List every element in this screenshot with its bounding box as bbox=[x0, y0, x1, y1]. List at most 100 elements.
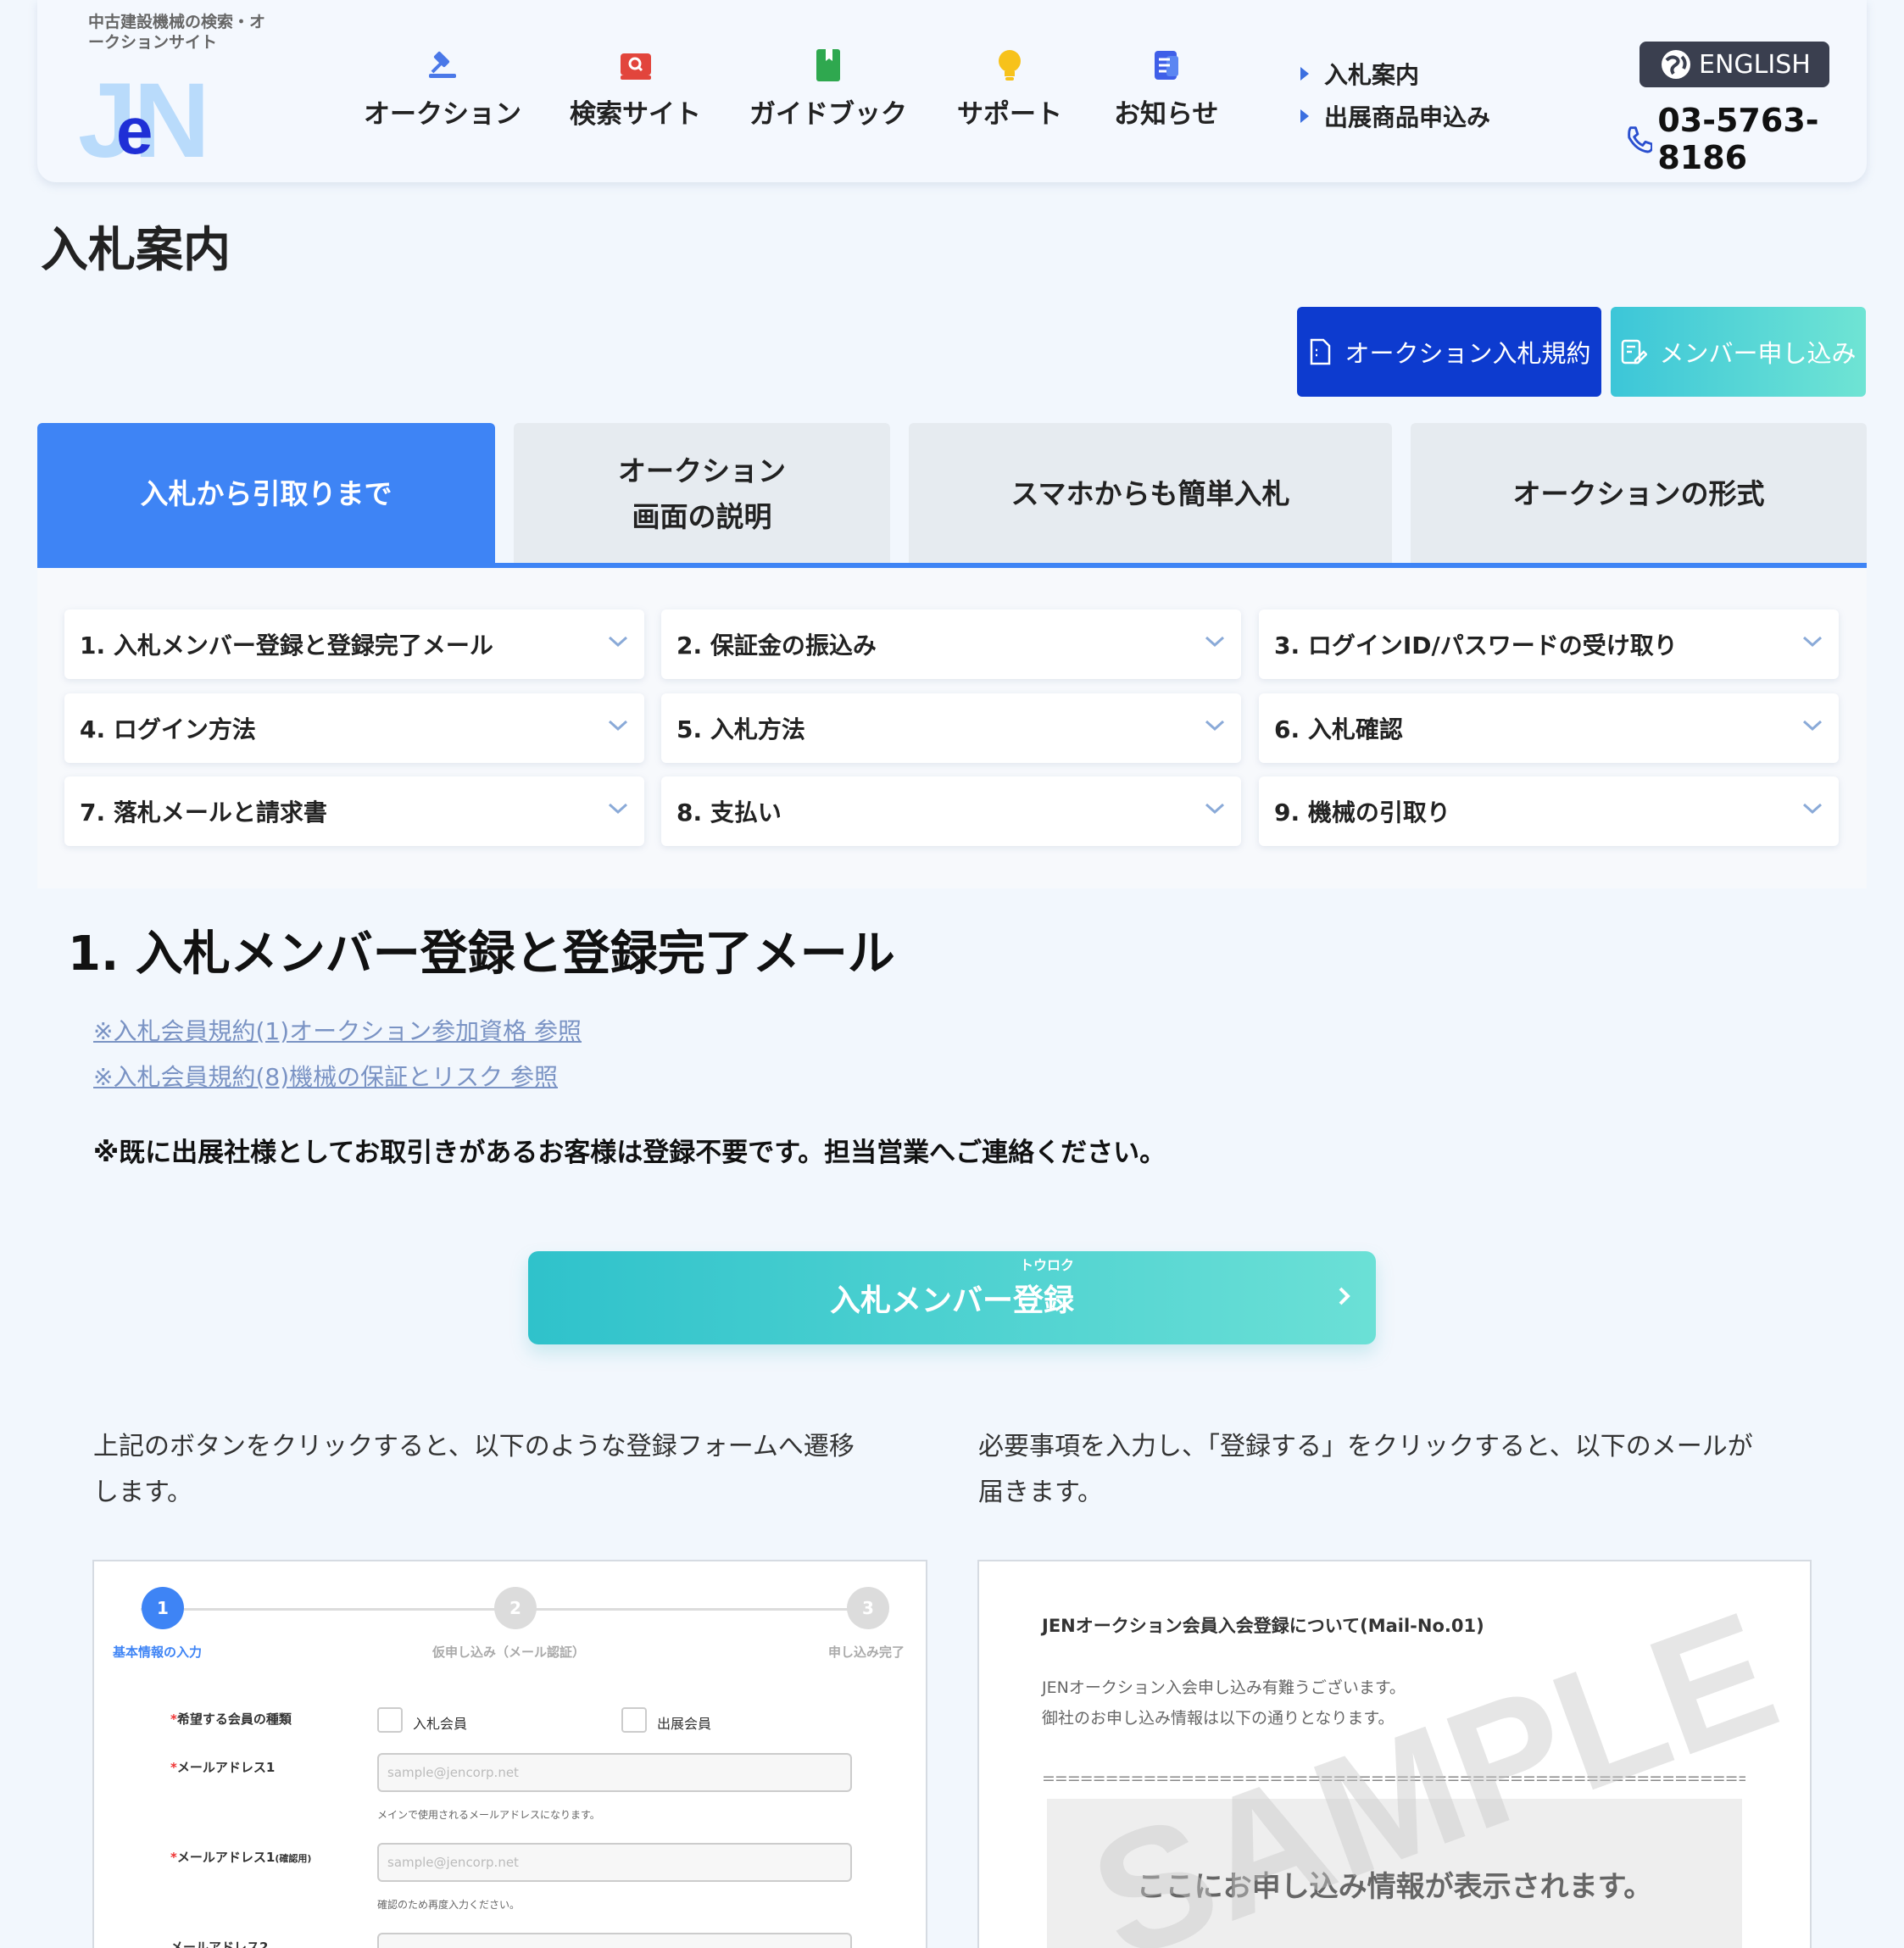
step-label: 2. 保証金の振込み bbox=[676, 632, 877, 660]
exhibit-member-checkbox bbox=[621, 1707, 647, 1733]
email2-label: メールアドレス2 bbox=[170, 1940, 269, 1948]
guide-tabs: 入札から引取りまで オークション 画面の説明 スマホからも簡単入札 オークション… bbox=[37, 423, 1867, 569]
email1-input: sample@jencorp.net bbox=[377, 1753, 852, 1792]
logo-caption: 中古建設機械の検索・オークションサイト bbox=[88, 13, 266, 52]
email2-input bbox=[377, 1933, 852, 1948]
step-item-4[interactable]: 4. ログイン方法 bbox=[64, 693, 644, 763]
step-item-8[interactable]: 8. 支払い bbox=[661, 776, 1241, 846]
search-icon bbox=[619, 47, 653, 84]
form-edit-icon bbox=[1622, 339, 1648, 365]
desc-form-line2: します。 bbox=[93, 1478, 192, 1507]
tab-bid-to-pickup[interactable]: 入札から引取りまで bbox=[37, 423, 495, 565]
section-title: 1. 入札メンバー登録と登録完了メール bbox=[68, 927, 895, 982]
email1-confirm-hint: 確認のため再度入力ください。 bbox=[377, 1899, 521, 1911]
gavel-icon bbox=[426, 47, 459, 84]
page-title: 入札案内 bbox=[41, 223, 231, 278]
member-register-label: 入札メンバー登録 bbox=[829, 1283, 1074, 1318]
ref-link-warranty[interactable]: ※入札会員規約(8)機械の保証とリスク 参照 bbox=[93, 1059, 558, 1093]
step-item-3[interactable]: 3. ログインID/パスワードの受け取り bbox=[1259, 609, 1839, 679]
nav-search-site-label: 検索サイト bbox=[570, 99, 701, 130]
step-item-9[interactable]: 9. 機械の引取り bbox=[1259, 776, 1839, 846]
phone-icon bbox=[1628, 126, 1653, 153]
tab-smartphone-bid-label: スマホからも簡単入札 bbox=[1010, 477, 1290, 510]
form-step-label-2: 仮申し込み（メール認証） bbox=[432, 1645, 586, 1660]
caret-right-icon bbox=[1300, 109, 1309, 123]
chevron-down-icon bbox=[1205, 720, 1225, 732]
step-label: 8. 支払い bbox=[676, 799, 782, 827]
chevron-down-icon bbox=[1802, 636, 1823, 648]
tab-underline bbox=[37, 563, 1867, 568]
mail-title: JENオークション会員入会登録について(Mail-No.01) bbox=[1042, 1616, 1484, 1636]
chevron-down-icon bbox=[608, 720, 628, 732]
desc-mail-line1: 必要事項を入力し、「登録する」をクリックすると、以下のメールが bbox=[978, 1432, 1753, 1461]
chevron-down-icon bbox=[1802, 720, 1823, 732]
link-bid-guide[interactable]: 入札案内 bbox=[1300, 53, 1490, 95]
form-step-dot-2: 2 bbox=[494, 1587, 537, 1629]
member-register-ruby: トウロク bbox=[1019, 1257, 1074, 1273]
member-apply-button-label: メンバー申し込み bbox=[1659, 339, 1857, 368]
link-exhibit-apply[interactable]: 出展商品申込み bbox=[1300, 95, 1490, 137]
phone-number[interactable]: 03-5763-8186 bbox=[1624, 102, 1867, 176]
site-header: 中古建設機械の検索・オークションサイト JN e オークション 検索サイト ガイ… bbox=[37, 0, 1867, 182]
tab-auction-format-label: オークションの形式 bbox=[1512, 477, 1765, 510]
link-bid-guide-label: 入札案内 bbox=[1324, 61, 1420, 89]
english-button-label: ENGLISH bbox=[1699, 49, 1811, 80]
email1-hint: メインで使用されるメールアドレスになります。 bbox=[377, 1809, 600, 1821]
site-logo[interactable]: JN e bbox=[78, 68, 231, 174]
chevron-down-icon bbox=[1802, 803, 1823, 815]
ref-link-eligibility[interactable]: ※入札会員規約(1)オークション参加資格 参照 bbox=[93, 1013, 582, 1047]
step-item-1[interactable]: 1. 入札メンバー登録と登録完了メール bbox=[64, 609, 644, 679]
book-icon bbox=[811, 47, 845, 84]
tab-auction-format[interactable]: オークションの形式 bbox=[1411, 423, 1867, 565]
auction-rules-button[interactable]: オークション入札規約 bbox=[1297, 307, 1601, 397]
form-step-dot-1: 1 bbox=[142, 1587, 184, 1629]
chevron-down-icon bbox=[1205, 636, 1225, 648]
steps-panel: 1. 入札メンバー登録と登録完了メール 2. 保証金の振込み 3. ログインID… bbox=[37, 569, 1867, 888]
member-apply-button[interactable]: メンバー申し込み bbox=[1611, 307, 1866, 397]
nav-news[interactable]: お知らせ bbox=[1114, 47, 1218, 131]
nav-auction[interactable]: オークション bbox=[364, 47, 521, 131]
document-outline-icon bbox=[1311, 338, 1331, 365]
desc-mail: 必要事項を入力し、「登録する」をクリックすると、以下のメールが 届きます。 bbox=[978, 1424, 1753, 1516]
step-item-5[interactable]: 5. 入札方法 bbox=[661, 693, 1241, 763]
tab-auction-screen[interactable]: オークション 画面の説明 bbox=[514, 423, 890, 565]
nav-guidebook[interactable]: ガイドブック bbox=[749, 47, 907, 131]
auction-rules-button-label: オークション入札規約 bbox=[1344, 339, 1591, 368]
tab-auction-screen-line1: オークション bbox=[618, 454, 786, 487]
bid-member-checkbox bbox=[377, 1707, 403, 1733]
tab-smartphone-bid[interactable]: スマホからも簡単入札 bbox=[909, 423, 1392, 565]
step-label: 5. 入札方法 bbox=[676, 715, 805, 743]
step-label: 6. 入札確認 bbox=[1274, 715, 1403, 743]
tab-bid-to-pickup-label: 入札から引取りまで bbox=[140, 477, 392, 510]
existing-customer-note: ※既に出展社様としてお取引きがあるお客様は登録不要です。担当営業へご連絡ください… bbox=[93, 1138, 1166, 1168]
nav-search-site[interactable]: 検索サイト bbox=[570, 47, 701, 131]
nav-auction-label: オークション bbox=[364, 99, 521, 130]
email1-confirm-input: sample@jencorp.net bbox=[377, 1843, 852, 1882]
step-item-7[interactable]: 7. 落札メールと請求書 bbox=[64, 776, 644, 846]
english-button[interactable]: ENGLISH bbox=[1640, 42, 1829, 87]
desc-mail-line2: 届きます。 bbox=[978, 1478, 1103, 1507]
step-label: 9. 機械の引取り bbox=[1274, 799, 1450, 827]
step-label: 1. 入札メンバー登録と登録完了メール bbox=[80, 632, 493, 660]
form-step-label-1: 基本情報の入力 bbox=[113, 1645, 203, 1660]
member-register-label-wrap: 入札メンバー登録 トウロク bbox=[829, 1257, 1074, 1320]
document-icon bbox=[1150, 47, 1183, 84]
step-label: 4. ログイン方法 bbox=[80, 715, 256, 743]
globe-icon bbox=[1662, 50, 1690, 79]
link-exhibit-apply-label: 出展商品申込み bbox=[1324, 103, 1491, 131]
chevron-right-icon bbox=[1339, 1287, 1350, 1305]
member-register-button[interactable]: 入札メンバー登録 トウロク bbox=[528, 1251, 1376, 1344]
desc-form: 上記のボタンをクリックすると、以下のような登録フォームへ遷移 します。 bbox=[93, 1424, 855, 1516]
bid-member-option: 入札会員 bbox=[413, 1716, 468, 1732]
email1-label: *メールアドレス1 bbox=[170, 1760, 276, 1775]
step-item-6[interactable]: 6. 入札確認 bbox=[1259, 693, 1839, 763]
form-sample-image: 1 2 3 基本情報の入力 仮申し込み（メール認証） 申し込み完了 *希望する会… bbox=[92, 1560, 927, 1948]
form-step-dot-3: 3 bbox=[847, 1587, 889, 1629]
nav-guidebook-label: ガイドブック bbox=[749, 99, 907, 130]
nav-support-label: サポート bbox=[957, 99, 1062, 130]
tab-auction-screen-line2: 画面の説明 bbox=[632, 500, 772, 533]
nav-support[interactable]: サポート bbox=[957, 47, 1062, 131]
step-label: 7. 落札メールと請求書 bbox=[80, 799, 327, 827]
header-side-links: 入札案内 出展商品申込み bbox=[1300, 53, 1490, 137]
step-item-2[interactable]: 2. 保証金の振込み bbox=[661, 609, 1241, 679]
